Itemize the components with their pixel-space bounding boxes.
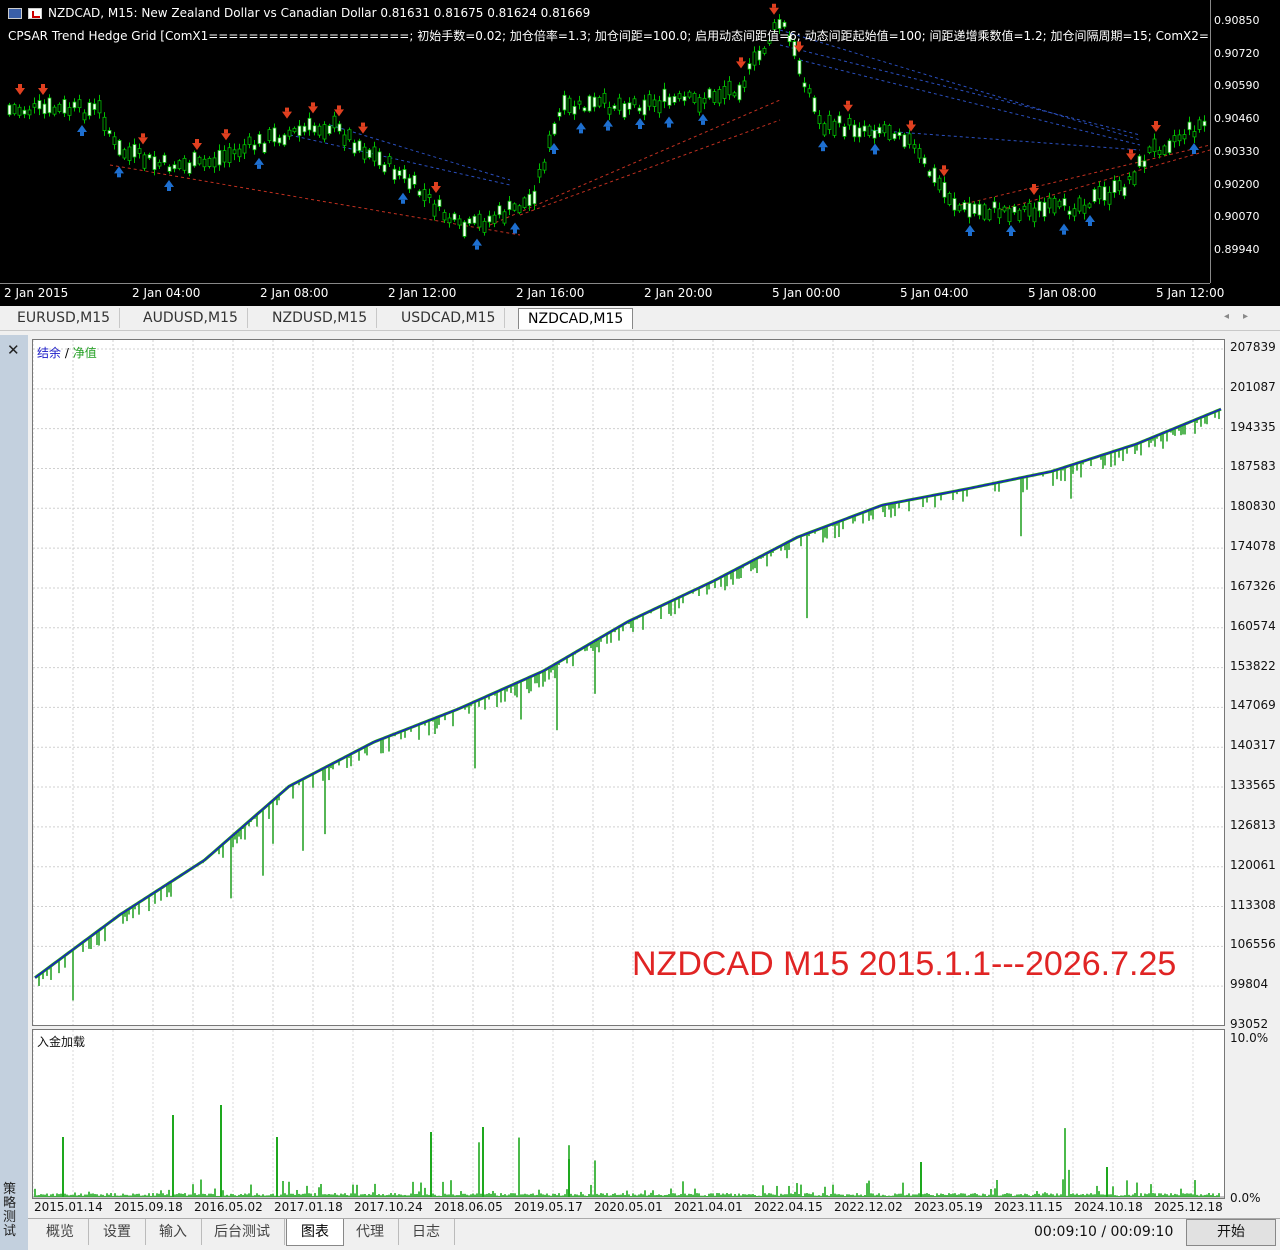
legend-equity: 净值 bbox=[72, 346, 97, 360]
time-tick-label: 2 Jan 2015 bbox=[4, 286, 69, 300]
tab-graph[interactable]: 图表 bbox=[286, 1219, 344, 1246]
balance-axis-label: 207839 bbox=[1230, 340, 1276, 354]
balance-axis-label: 180830 bbox=[1230, 499, 1276, 514]
start-button[interactable]: 开始 bbox=[1186, 1219, 1276, 1246]
date-axis-label: 2018.06.05 bbox=[434, 1200, 503, 1214]
time-tick-label: 5 Jan 08:00 bbox=[1028, 286, 1097, 300]
balance-axis-label: 120061 bbox=[1230, 857, 1276, 872]
price-tick-label: 0.90590 bbox=[1214, 79, 1260, 93]
date-axis-label: 2025.12.18 bbox=[1154, 1200, 1223, 1214]
tester-side-strip: ✕ 策略测试 bbox=[0, 335, 28, 1250]
tab-settings[interactable]: 设置 bbox=[89, 1219, 146, 1245]
date-axis-label: 2017.01.18 bbox=[274, 1200, 343, 1214]
balance-axis-label: 106556 bbox=[1230, 937, 1276, 952]
balance-equity-chart[interactable] bbox=[32, 339, 1225, 1027]
tester-title: 策略测试 bbox=[3, 1182, 17, 1239]
deposit-load-label: 入金加载 bbox=[37, 1035, 86, 1049]
overlay-title: NZDCAD M15 2015.1.1---2026.7.25 bbox=[632, 945, 1177, 983]
price-tick-label: 0.90850 bbox=[1214, 14, 1260, 27]
time-tick-label: 2 Jan 12:00 bbox=[388, 286, 457, 300]
price-tick-label: 0.90070 bbox=[1214, 210, 1260, 224]
price-tick-label: 0.90330 bbox=[1214, 144, 1260, 158]
balance-axis-label: 194335 bbox=[1230, 419, 1276, 434]
balance-axis-label: 93052 bbox=[1230, 1017, 1269, 1031]
date-axis-label: 2022.04.15 bbox=[754, 1200, 823, 1214]
time-tick-label: 2 Jan 08:00 bbox=[260, 286, 329, 300]
tab-agents[interactable]: 代理 bbox=[342, 1219, 399, 1245]
date-axis-label: 2023.05.19 bbox=[914, 1200, 983, 1214]
date-axis-label: 2024.10.18 bbox=[1074, 1200, 1143, 1214]
chart-header: NZDCAD, M15: New Zealand Dollar vs Canad… bbox=[8, 6, 590, 20]
price-axis bbox=[1210, 0, 1280, 283]
legend-separator: / bbox=[61, 346, 73, 360]
balance-axis-label: 133565 bbox=[1230, 778, 1276, 793]
date-axis-label: 2015.09.18 bbox=[114, 1200, 183, 1214]
window-icon bbox=[8, 7, 22, 19]
tab-backtest[interactable]: 后台测试 bbox=[200, 1219, 285, 1245]
price-tick-label: 0.89940 bbox=[1214, 242, 1260, 256]
balance-axis-label: 113308 bbox=[1230, 897, 1276, 912]
balance-axis-label: 201087 bbox=[1230, 379, 1276, 394]
date-axis-label: 2020.05.01 bbox=[594, 1200, 663, 1214]
date-axis-label: 2022.12.02 bbox=[834, 1200, 903, 1214]
date-axis-label: 2023.11.15 bbox=[994, 1200, 1063, 1214]
balance-axis-label: 147069 bbox=[1230, 698, 1276, 713]
tab-nzdusd[interactable]: NZDUSD,M15 bbox=[263, 308, 378, 328]
deposit-load-chart[interactable] bbox=[32, 1029, 1225, 1199]
tab-usdcad[interactable]: USDCAD,M15 bbox=[392, 308, 506, 328]
tab-overview[interactable]: 概览 bbox=[32, 1219, 89, 1245]
price-tick-label: 0.90200 bbox=[1214, 177, 1260, 191]
balance-axis-label: 160574 bbox=[1230, 618, 1276, 633]
tab-journal[interactable]: 日志 bbox=[398, 1219, 455, 1245]
price-tick-label: 0.90460 bbox=[1214, 112, 1260, 126]
balance-axis-label: 174078 bbox=[1230, 539, 1276, 554]
time-tick-label: 5 Jan 04:00 bbox=[900, 286, 969, 300]
symbol-tab-bar: EURUSD,M15 AUDUSD,M15 NZDUSD,M15 USDCAD,… bbox=[0, 306, 1280, 331]
balance-axis-label: 167326 bbox=[1230, 578, 1276, 593]
tab-nzdcad[interactable]: NZDCAD,M15 bbox=[518, 308, 634, 329]
balance-equity-plot bbox=[32, 340, 1224, 1027]
price-chart[interactable]: NZDCAD, M15: New Zealand Dollar vs Canad… bbox=[0, 0, 1280, 306]
tab-audusd[interactable]: AUDUSD,M15 bbox=[134, 308, 248, 328]
price-tick-label: 0.90720 bbox=[1214, 46, 1260, 60]
chart-legend: 结余 / 净值 bbox=[37, 344, 97, 361]
balance-axis-label: 126813 bbox=[1230, 817, 1276, 832]
chart-type-icon bbox=[28, 7, 42, 19]
ea-parameters: CPSAR Trend Hedge Grid [ComX1===========… bbox=[8, 29, 1208, 43]
elapsed-timer: 00:09:10 / 00:09:10 bbox=[1034, 1224, 1174, 1240]
date-axis-label: 2015.01.14 bbox=[34, 1200, 103, 1214]
date-axis-label: 2019.05.17 bbox=[514, 1200, 583, 1214]
time-tick-label: 5 Jan 12:00 bbox=[1156, 286, 1225, 300]
tab-inputs[interactable]: 输入 bbox=[145, 1219, 202, 1245]
legend-balance: 结余 bbox=[37, 346, 62, 360]
tab-scroll-arrows-icon[interactable]: ◂▸ bbox=[1224, 311, 1262, 322]
chart-symbol-info: NZDCAD, M15: New Zealand Dollar vs Canad… bbox=[48, 6, 591, 20]
time-tick-label: 2 Jan 16:00 bbox=[516, 286, 585, 300]
balance-axis-label: 187583 bbox=[1230, 459, 1276, 474]
balance-axis-label: 99804 bbox=[1230, 977, 1269, 992]
date-axis-label: 2016.05.02 bbox=[194, 1200, 263, 1214]
time-tick-label: 2 Jan 04:00 bbox=[132, 286, 201, 300]
tab-eurusd[interactable]: EURUSD,M15 bbox=[8, 308, 121, 328]
date-axis-label: 2017.10.24 bbox=[354, 1200, 423, 1214]
deposit-axis-max: 10.0% bbox=[1230, 1031, 1269, 1045]
deposit-load-plot bbox=[32, 1030, 1224, 1198]
balance-axis-label: 140317 bbox=[1230, 738, 1276, 753]
deposit-axis-min: 0.0% bbox=[1230, 1191, 1261, 1205]
balance-axis-label: 153822 bbox=[1230, 658, 1276, 673]
date-axis-label: 2021.04.01 bbox=[674, 1200, 743, 1214]
time-tick-label: 2 Jan 20:00 bbox=[644, 286, 713, 300]
time-tick-label: 5 Jan 00:00 bbox=[772, 286, 841, 300]
close-icon[interactable]: ✕ bbox=[7, 341, 20, 359]
